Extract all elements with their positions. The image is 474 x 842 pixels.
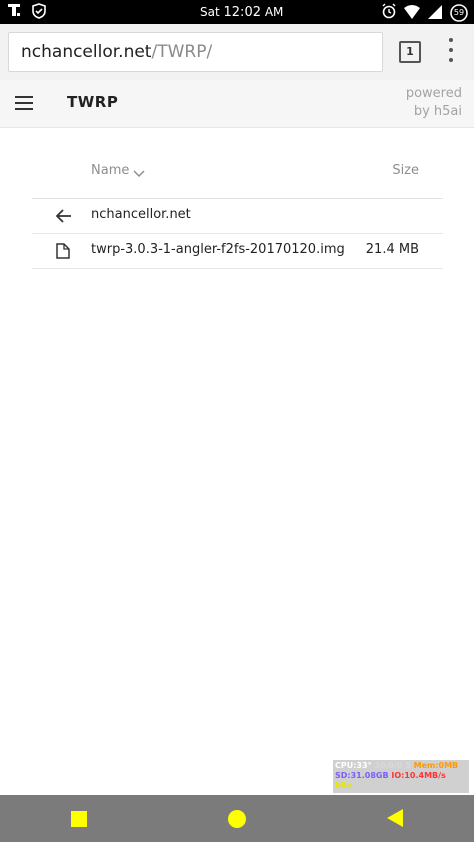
mem-readout: Mem:0MB <box>413 761 459 770</box>
parent-directory-label: nchancellor.net <box>91 207 191 222</box>
status-day: Sat <box>200 5 220 19</box>
system-monitor-overlay: CPU:33° 30/0/0 5 Mem:0MB SD:31.08GB IO:1… <box>333 760 469 793</box>
shield-icon <box>32 3 46 23</box>
file-row[interactable]: twrp-3.0.3-1-angler-f2fs-20170120.img 21… <box>32 234 443 269</box>
url-path: /TWRP/ <box>151 42 213 62</box>
sd-readout: SD:31.08GB <box>335 771 389 780</box>
app-header: TWRP powered by h5ai <box>0 80 474 128</box>
status-readout: idle <box>335 781 352 790</box>
sort-by-size-button[interactable]: Size <box>392 163 419 178</box>
powered-by-link[interactable]: powered by h5ai <box>406 85 462 121</box>
parent-directory-row[interactable]: nchancellor.net <box>32 199 443 234</box>
recents-button[interactable] <box>71 811 87 827</box>
tab-switcher-button[interactable]: 1 <box>399 41 421 63</box>
browser-toolbar: nchancellor.net/TWRP/ 1 <box>0 24 474 81</box>
powered-line2: by h5ai <box>413 104 462 119</box>
sort-by-name-button[interactable]: Name <box>91 163 129 178</box>
file-icon <box>56 243 70 263</box>
file-size: 21.4 MB <box>365 242 419 257</box>
page-title: TWRP <box>67 93 119 111</box>
battery-level: 59 <box>453 8 465 17</box>
url-text[interactable]: nchancellor.net/TWRP/ <box>21 42 212 62</box>
battery-icon: 59 <box>450 4 468 22</box>
cpu-extra-readout: 30/0/0 5 <box>371 761 411 770</box>
tmobile-icon <box>8 3 22 23</box>
alarm-icon <box>382 3 396 23</box>
listing-header: Name Size <box>32 150 443 199</box>
chevron-down-icon[interactable] <box>133 164 145 183</box>
home-button[interactable] <box>228 810 246 828</box>
cpu-readout: CPU:33° <box>335 761 372 770</box>
overflow-menu-icon[interactable] <box>446 38 456 64</box>
status-ampm: AM <box>264 5 284 19</box>
wifi-icon <box>404 4 420 23</box>
status-clock: Sat 12:02 AM <box>200 5 283 20</box>
file-name: twrp-3.0.3-1-angler-f2fs-20170120.img <box>91 242 345 257</box>
back-arrow-icon <box>55 208 72 227</box>
io-readout: IO:10.4MB/s <box>388 771 446 780</box>
url-domain: nchancellor.net <box>21 42 152 62</box>
hamburger-menu-icon[interactable] <box>15 96 33 110</box>
back-button[interactable] <box>386 808 404 832</box>
status-bar: Sat 12:02 AM 59 <box>0 0 474 24</box>
signal-icon <box>428 4 442 23</box>
navigation-bar <box>0 795 474 842</box>
file-listing: Name Size nchancellor.net twrp-3.0.3-1-a… <box>32 150 443 269</box>
powered-line1: powered <box>405 86 462 101</box>
url-field[interactable]: nchancellor.net/TWRP/ <box>8 32 383 72</box>
status-time: 12:02 <box>223 5 261 20</box>
